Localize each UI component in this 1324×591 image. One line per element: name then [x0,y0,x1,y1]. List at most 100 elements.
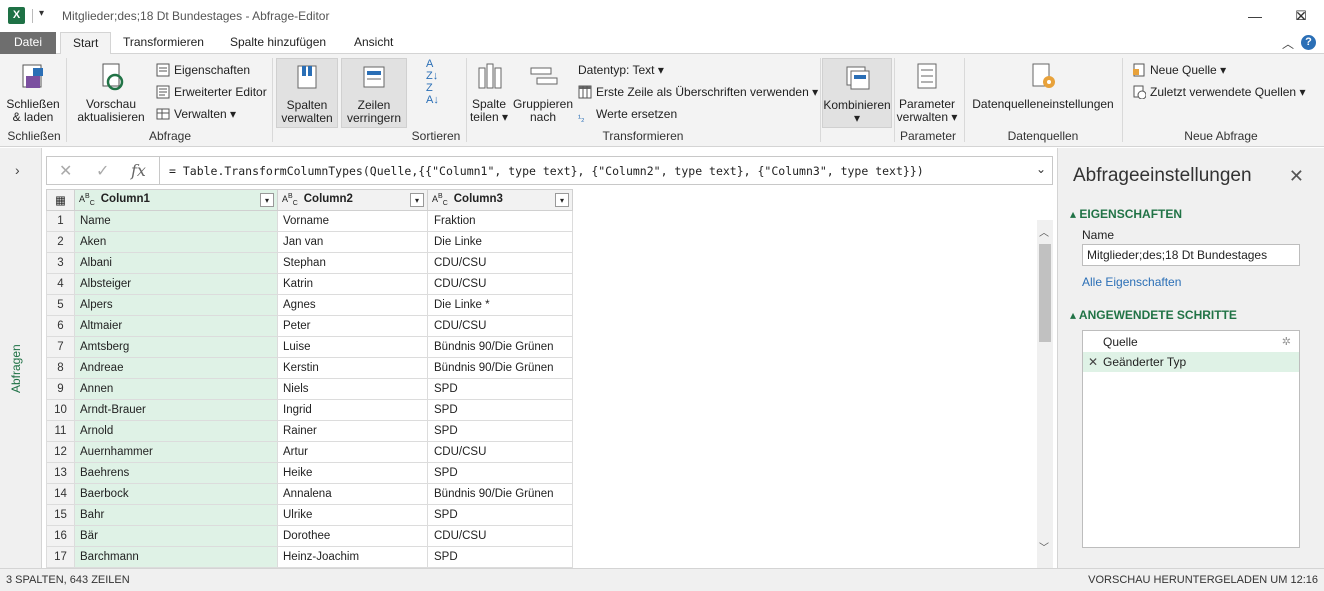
cell-column2[interactable]: Stephan [277,252,428,274]
cell-column2[interactable]: Annalena [277,483,428,505]
column-header-3[interactable]: ABC Column3 ▾ [427,189,573,211]
first-row-header-button[interactable]: Erste Zeile als Überschriften verwenden … [578,82,818,102]
expand-formula-icon[interactable]: ⌄ [1036,162,1046,176]
cell-column3[interactable]: Bündnis 90/Die Grünen [427,357,573,379]
grid-scrollbar[interactable]: ︿ ﹀ [1037,220,1053,568]
scroll-thumb[interactable] [1039,244,1051,342]
tab-start[interactable]: Start [60,32,112,55]
cell-column2[interactable]: Vorname [277,210,428,232]
cell-column2[interactable]: Agnes [277,294,428,316]
combine-button[interactable]: Kombinieren ▾ [822,58,892,128]
table-menu-icon[interactable]: ▦ [46,189,75,211]
cell-column3[interactable]: SPD [427,378,573,400]
manage-parameters-button[interactable]: Parameter verwalten ▾ [896,58,958,128]
row-number[interactable]: 8 [46,357,75,379]
cell-column3[interactable]: SPD [427,546,573,568]
cell-column3[interactable]: Die Linke [427,231,573,253]
row-number[interactable]: 3 [46,252,75,274]
cell-column2[interactable]: Rainer [277,420,428,442]
cell-column1[interactable]: Albani [74,252,278,274]
cell-column2[interactable]: Heinz-Joachim [277,546,428,568]
row-number[interactable]: 10 [46,399,75,421]
tab-transform[interactable]: Transformieren [111,32,216,54]
column-header-2[interactable]: ABC Column2 ▾ [277,189,428,211]
text-type-icon[interactable]: ABC [282,193,298,207]
cell-column1[interactable]: Bär [74,525,278,547]
fx-icon[interactable]: fx [131,161,146,180]
sort-ascending-icon[interactable]: A Z↓ [426,58,438,82]
cell-column2[interactable]: Heike [277,462,428,484]
close-panel-icon[interactable]: ✕ [1289,166,1304,187]
cell-column3[interactable]: Die Linke * [427,294,573,316]
scroll-down-icon[interactable]: ﹀ [1039,539,1049,554]
row-number[interactable]: 4 [46,273,75,295]
reduce-rows-button[interactable]: Zeilen verringern [341,58,407,128]
cell-column2[interactable]: Luise [277,336,428,358]
cell-column1[interactable]: Annen [74,378,278,400]
cell-column3[interactable]: Fraktion [427,210,573,232]
minimize-button[interactable]: — [1232,0,1278,32]
tab-file[interactable]: Datei [0,32,56,54]
confirm-formula-icon[interactable]: ✓ [96,161,109,181]
row-number[interactable]: 13 [46,462,75,484]
advanced-editor-button[interactable]: Erweiterter Editor [156,82,267,102]
cell-column1[interactable]: Albsteiger [74,273,278,295]
cell-column1[interactable]: Arndt-Brauer [74,399,278,421]
cell-column1[interactable]: Altmaier [74,315,278,337]
cell-column1[interactable]: Alpers [74,294,278,316]
scroll-up-icon[interactable]: ︿ [1039,224,1049,239]
datasource-settings-button[interactable]: Datenquelleneinstellungen [968,58,1118,128]
split-column-button[interactable]: Spalte teilen ▾ [468,58,510,128]
delete-step-icon[interactable]: ✕ [1088,352,1098,372]
cell-column3[interactable]: Bündnis 90/Die Grünen [427,483,573,505]
cell-column1[interactable]: Baerbock [74,483,278,505]
query-name-field[interactable]: Mitglieder;des;18 Dt Bundestages [1082,244,1300,266]
text-type-icon[interactable]: ABC [79,193,95,207]
filter-dropdown-icon[interactable]: ▾ [555,193,569,207]
cell-column3[interactable]: CDU/CSU [427,315,573,337]
manage-button[interactable]: Verwalten ▾ [156,104,236,124]
refresh-preview-button[interactable]: Vorschau aktualisieren [72,58,150,128]
row-number[interactable]: 5 [46,294,75,316]
tab-view[interactable]: Ansicht [342,32,405,54]
cell-column3[interactable]: CDU/CSU [427,273,573,295]
cell-column2[interactable]: Ingrid [277,399,428,421]
sort-descending-icon[interactable]: Z A↓ [426,82,439,106]
recent-sources-button[interactable]: Zuletzt verwendete Quellen ▾ [1132,82,1305,102]
cell-column1[interactable]: Andreae [74,357,278,379]
row-number[interactable]: 11 [46,420,75,442]
formula-input[interactable]: = Table.TransformColumnTypes(Quelle,{{"C… [169,164,924,178]
row-number[interactable]: 1 [46,210,75,232]
cell-column3[interactable]: CDU/CSU [427,525,573,547]
cell-column3[interactable]: SPD [427,420,573,442]
properties-button[interactable]: Eigenschaften [156,60,250,80]
cell-column1[interactable]: Barchmann [74,546,278,568]
collapse-ribbon-icon[interactable]: ︿ [1282,35,1294,52]
close-and-load-button[interactable]: Schließen & laden [4,58,62,128]
cell-column2[interactable]: Artur [277,441,428,463]
column-header-1[interactable]: ABC Column1 ▾ [74,189,278,211]
cell-column3[interactable]: Bündnis 90/Die Grünen [427,336,573,358]
row-number[interactable]: 2 [46,231,75,253]
filter-dropdown-icon[interactable]: ▾ [260,193,274,207]
cell-column1[interactable]: Bahr [74,504,278,526]
text-type-icon[interactable]: ABC [432,193,448,207]
step-changed-type[interactable]: ✕ Geänderter Typ [1083,352,1299,372]
applied-steps-section-header[interactable]: ▴ ANGEWENDETE SCHRITTE [1070,308,1237,322]
cell-column2[interactable]: Niels [277,378,428,400]
cell-column1[interactable]: Amtsberg [74,336,278,358]
row-number[interactable]: 14 [46,483,75,505]
queries-label[interactable]: Abfragen [9,344,23,393]
step-settings-gear-icon[interactable]: ✲ [1282,332,1291,352]
row-number[interactable]: 7 [46,336,75,358]
close-window-button[interactable]: ✕ [1278,0,1324,32]
cell-column1[interactable]: Auernhammer [74,441,278,463]
new-source-button[interactable]: Neue Quelle ▾ [1132,60,1226,80]
cell-column1[interactable]: Arnold [74,420,278,442]
step-source[interactable]: Quelle ✲ [1083,332,1299,352]
group-by-button[interactable]: Gruppieren nach [512,58,574,128]
replace-values-button[interactable]: ¹₂ Werte ersetzen [578,104,677,124]
cell-column1[interactable]: Name [74,210,278,232]
manage-columns-button[interactable]: Spalten verwalten [276,58,338,128]
help-icon[interactable]: ? [1301,35,1316,50]
